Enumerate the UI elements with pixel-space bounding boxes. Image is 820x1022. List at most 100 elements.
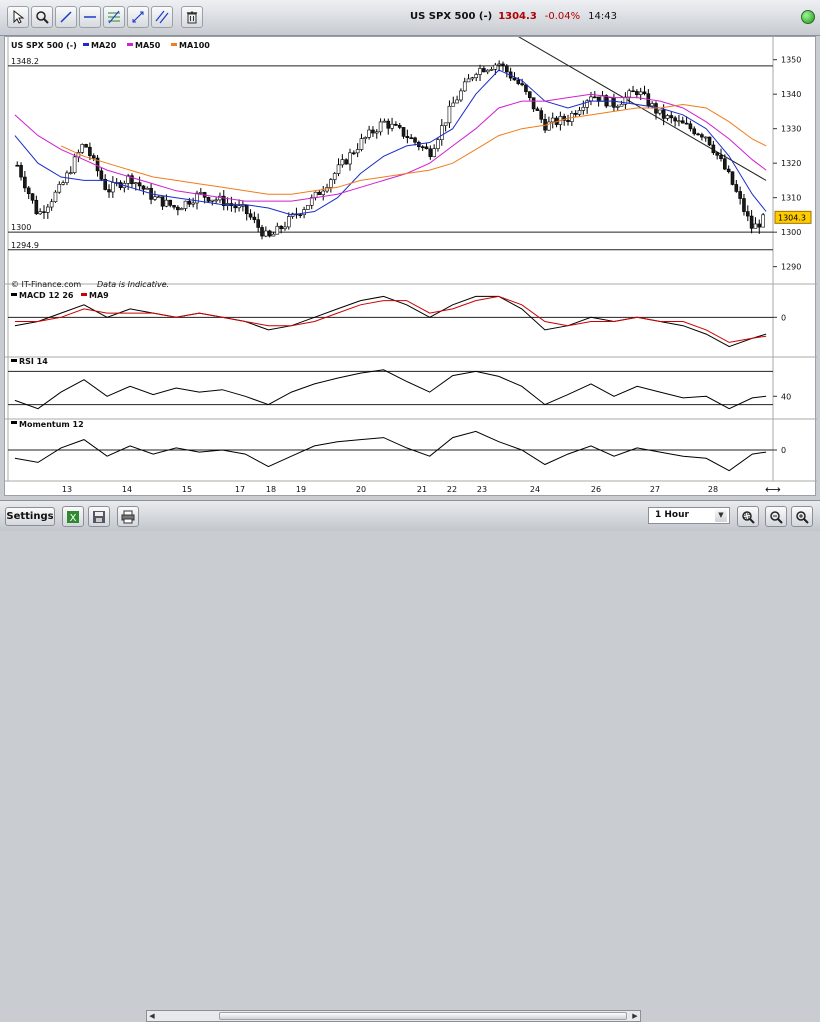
candle — [26, 187, 31, 194]
candle — [275, 225, 280, 235]
candle — [757, 223, 762, 228]
candle — [684, 122, 689, 125]
horizontal-line-icon[interactable] — [79, 6, 101, 28]
candle — [336, 164, 341, 174]
time-tick-label: 27 — [650, 485, 660, 494]
candle — [386, 120, 391, 129]
candle — [501, 63, 505, 67]
candle — [19, 165, 23, 178]
candle — [179, 208, 184, 211]
pointer-icon[interactable] — [7, 6, 29, 28]
trash-icon[interactable] — [181, 6, 203, 28]
trendline-icon[interactable] — [55, 6, 77, 28]
time-tick-label: 21 — [417, 485, 427, 494]
candle — [382, 120, 387, 123]
candle — [237, 205, 241, 209]
candle — [298, 214, 303, 217]
zoom-in-icon[interactable] — [791, 506, 813, 527]
last-price: 1304.3 — [498, 11, 537, 22]
candle — [581, 107, 586, 111]
save-icon[interactable] — [88, 506, 110, 527]
candle — [46, 206, 50, 213]
candle — [390, 123, 394, 129]
time-tick-label: 26 — [591, 485, 601, 494]
candle — [371, 129, 375, 134]
series-line-ma50 — [14, 93, 767, 202]
candle — [592, 96, 597, 99]
momentum-tick-label: 0 — [781, 446, 786, 455]
scroll-right-icon[interactable]: ▶ — [630, 1011, 640, 1021]
candle — [478, 68, 482, 75]
rsi-tick-label: 40 — [781, 392, 791, 401]
time-tick-label: 17 — [235, 485, 245, 494]
candle — [726, 168, 731, 173]
candle — [176, 206, 180, 211]
candle — [745, 211, 750, 217]
candle — [615, 105, 620, 108]
candle — [719, 154, 723, 160]
instrument-name: US SPX 500 (-) — [410, 11, 493, 22]
chart-area[interactable]: 1350 1340 1330 1320 1310 1300 1290 1348.2 1300 12… — [4, 36, 817, 496]
rsi-series-line — [14, 369, 767, 410]
candle — [524, 84, 528, 92]
candle — [688, 123, 693, 130]
legend-label: MA20 — [91, 41, 117, 50]
excel-icon[interactable]: X — [62, 506, 84, 527]
candle — [700, 134, 704, 138]
candle — [730, 171, 735, 185]
candle — [428, 148, 433, 157]
macd-legend-label: MA9 — [89, 291, 109, 300]
candle — [420, 146, 425, 148]
timeframe-select[interactable]: 1 Hour ▼ — [648, 507, 730, 524]
candle — [283, 226, 287, 230]
legend-swatch — [11, 359, 17, 362]
time-tick-label: 23 — [477, 485, 487, 494]
fibonacci-icon[interactable] — [103, 6, 125, 28]
candle — [715, 152, 719, 156]
print-icon[interactable] — [117, 506, 139, 527]
settings-button[interactable]: Settings — [5, 507, 55, 526]
parallel-lines-icon[interactable] — [151, 6, 173, 28]
candle — [658, 109, 662, 114]
candle — [344, 159, 348, 165]
watermark-text: © IT-Finance.com — [11, 280, 81, 289]
candle — [183, 200, 188, 209]
chart-scrollbar[interactable]: ◀ ▶ — [146, 1010, 641, 1022]
candle — [248, 213, 253, 218]
scroll-thumb[interactable] — [219, 1012, 627, 1020]
horizontal-level-label: 1348.2 — [11, 57, 39, 66]
candle — [485, 69, 490, 73]
candle — [669, 115, 674, 119]
zoom-select-icon[interactable] — [737, 506, 759, 527]
candle — [550, 117, 555, 123]
candle — [692, 128, 697, 135]
candle — [531, 97, 536, 110]
candle — [271, 233, 276, 237]
zoom-icon[interactable] — [31, 6, 53, 28]
candle — [332, 173, 337, 180]
legend-label: MA100 — [179, 41, 210, 50]
candle — [577, 110, 582, 115]
candle — [111, 182, 115, 193]
candle — [711, 144, 716, 153]
candle — [512, 77, 517, 81]
candle — [53, 191, 58, 203]
candle — [638, 91, 643, 95]
candle — [413, 137, 417, 143]
chart-title: US SPX 500 (-) — [11, 41, 77, 50]
macd-series-line — [14, 295, 767, 343]
price-tick-label: 1310 — [781, 194, 801, 203]
candle — [753, 223, 758, 229]
zoom-out-icon[interactable] — [765, 506, 787, 527]
price-tick-label: 1320 — [781, 159, 801, 168]
candle — [57, 184, 62, 193]
candle — [252, 216, 257, 220]
arrows-icon[interactable] — [127, 6, 149, 28]
scroll-left-icon[interactable]: ◀ — [147, 1011, 157, 1021]
candle — [462, 81, 467, 92]
candle — [742, 198, 746, 212]
bottom-bar: Settings X ◀ ▶ 1 Hour ▼ — [0, 500, 820, 1022]
candle — [627, 90, 632, 98]
price-change: -0.04% — [544, 11, 581, 22]
candle — [233, 205, 238, 209]
